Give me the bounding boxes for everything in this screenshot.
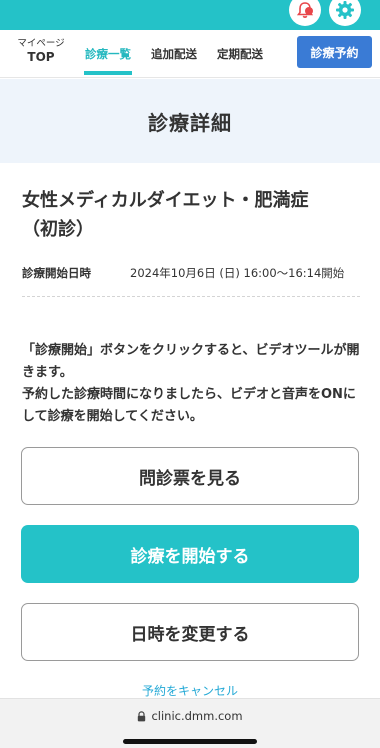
url-text: clinic.dmm.com — [151, 709, 243, 723]
page-header: 診療詳細 — [0, 79, 380, 163]
exam-date-label: 診療開始日時 — [22, 266, 91, 280]
tab-additional-delivery[interactable]: 追加配送 — [151, 46, 197, 62]
instruction-text: 「診療開始」ボタンをクリックすると、ビデオツールが開きます。 予約した診療時間に… — [22, 340, 362, 428]
url-display[interactable]: clinic.dmm.com — [0, 709, 380, 723]
gear-icon — [336, 1, 354, 19]
exam-title-line1: 女性メディカルダイエット・肥満症 — [22, 190, 309, 211]
instruction-line1: 「診療開始」ボタンをクリックすると、ビデオツールが開きます。 — [22, 343, 360, 380]
nav-mypage-big-label: TOP — [27, 50, 55, 64]
instruction-line2: 予約した診療時間になりましたら、ビデオと音声をONにして診療を開始してください。 — [22, 387, 356, 424]
exam-date-value: 2024年10月6日 (日) 16:00〜16:14開始 — [130, 266, 345, 280]
reserve-button[interactable]: 診療予約 — [297, 36, 372, 68]
exam-title: 女性メディカルダイエット・肥満症 （初診） — [22, 186, 362, 244]
lock-icon — [138, 710, 146, 721]
notification-badge — [305, 7, 313, 15]
exam-date-row: 診療開始日時 2024年10月6日 (日) 16:00〜16:14開始 — [22, 263, 360, 297]
main-nav: マイページ TOP 診療一覧 追加配送 定期配送 診療予約 — [0, 30, 380, 78]
start-exam-button[interactable]: 診療を開始する — [21, 525, 359, 583]
change-date-button[interactable]: 日時を変更する — [21, 603, 359, 661]
home-indicator[interactable] — [123, 739, 257, 744]
tab-exam-list[interactable]: 診療一覧 — [85, 46, 131, 62]
tab-regular-delivery[interactable]: 定期配送 — [217, 46, 263, 62]
top-bar — [0, 0, 380, 30]
nav-mypage-top[interactable]: マイページ TOP — [14, 38, 68, 64]
cancel-reservation-link[interactable]: 予約をキャンセル — [0, 682, 380, 699]
exam-title-line2: （初診） — [22, 219, 94, 240]
view-questionnaire-button[interactable]: 問診票を見る — [21, 447, 359, 505]
active-tab-indicator — [84, 71, 132, 75]
browser-url-bar: clinic.dmm.com — [0, 698, 380, 748]
page-title: 診療詳細 — [148, 110, 232, 135]
nav-mypage-small-label: マイページ — [17, 38, 65, 49]
